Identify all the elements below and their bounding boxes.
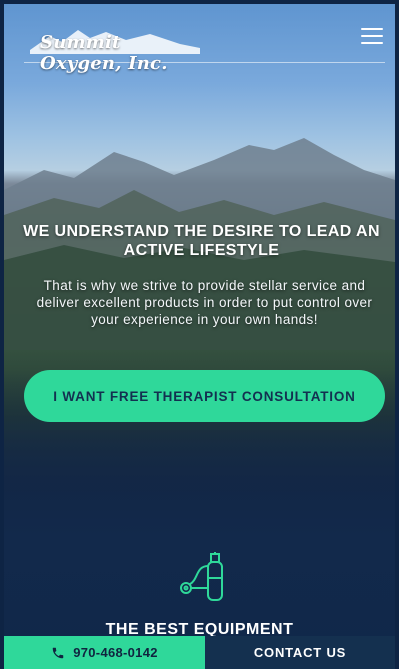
site-logo[interactable]: Summit Oxygen, Inc. [30,24,200,74]
page: Summit Oxygen, Inc. WE UNDERSTAND THE DE… [0,0,399,669]
sticky-footer: 970-468-0142 CONTACT US [4,636,395,669]
phone-number: 970-468-0142 [73,645,158,660]
contact-us-button[interactable]: CONTACT US [205,636,395,669]
logo-text: Summit Oxygen, Inc. [40,32,168,74]
hero-headline: WE UNDERSTAND THE DESIRE TO LEAD AN ACTI… [23,223,380,259]
hamburger-menu-icon[interactable] [361,28,383,44]
hero-subtext: That is why we strive to provide stellar… [36,278,373,327]
free-consultation-button[interactable]: I WANT FREE THERAPIST CONSULTATION [24,370,385,422]
site-header: Summit Oxygen, Inc. [24,18,385,74]
call-phone-button[interactable]: 970-468-0142 [4,636,205,669]
oxygen-tank-icon [180,552,223,601]
phone-icon [52,647,64,658]
